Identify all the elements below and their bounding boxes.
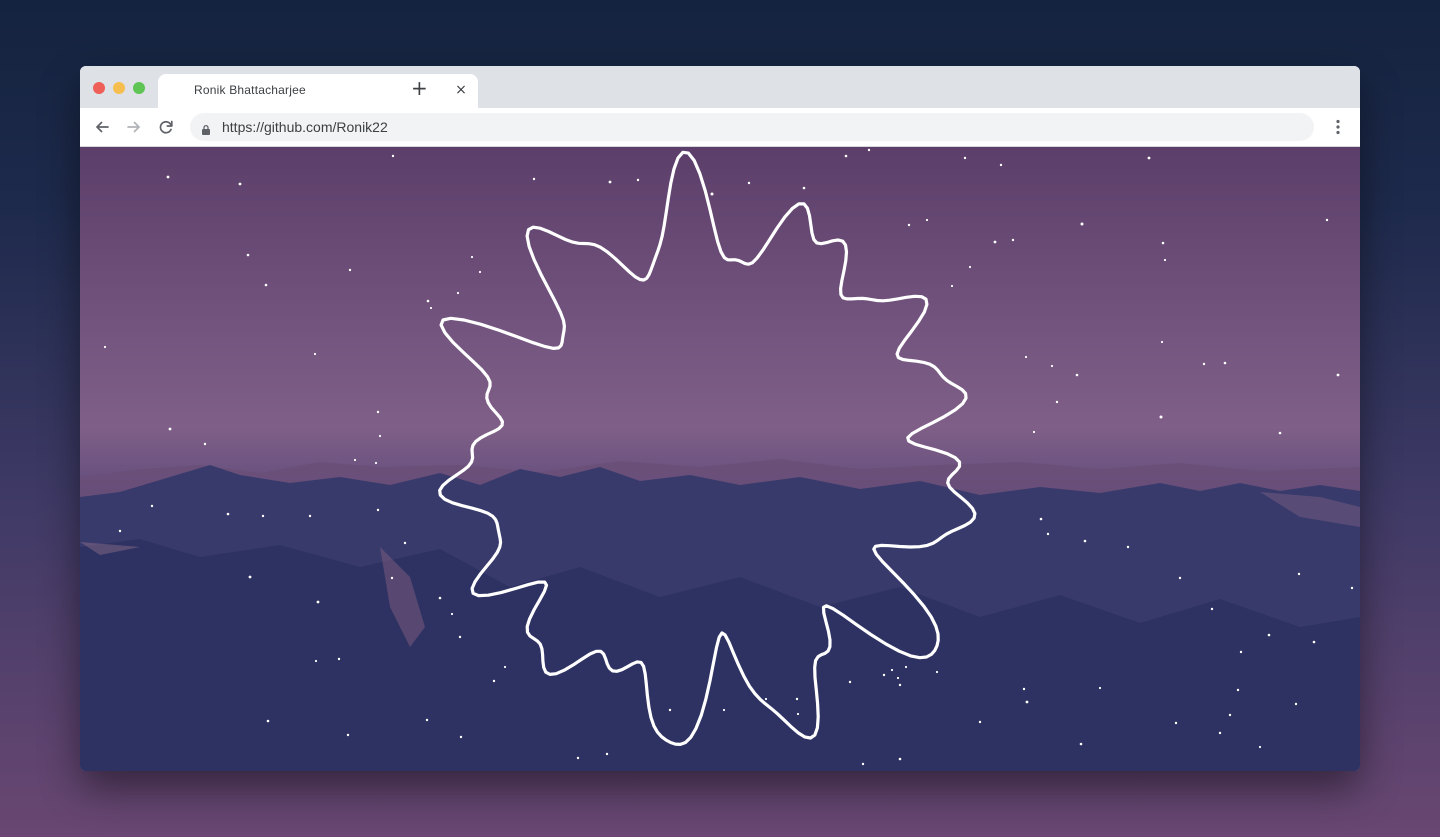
close-window-button[interactable] [93,82,105,94]
tab-active[interactable]: Ronik Bhattacharjee × [158,74,478,108]
browser-window: Ronik Bhattacharjee × + https://github.c… [80,66,1360,771]
minimize-window-button[interactable] [113,82,125,94]
arrow-left-icon[interactable] [92,117,112,137]
reload-icon[interactable] [156,117,176,137]
tab-strip: Ronik Bhattacharjee × + [80,66,1360,108]
tab-close-icon[interactable]: × [454,83,468,97]
address-url[interactable]: https://github.com/Ronik22 [222,119,388,135]
new-tab-button[interactable]: + [411,78,428,98]
tab-title: Ronik Bhattacharjee [194,83,306,97]
night-sky-scene [80,148,1360,771]
lock-icon [200,121,212,135]
page-viewport [80,147,1360,771]
arrow-right-icon[interactable] [124,117,144,137]
vertical-dots-icon[interactable] [1328,117,1348,137]
browser-toolbar: https://github.com/Ronik22 [80,108,1360,147]
maximize-window-button[interactable] [133,82,145,94]
address-bar[interactable]: https://github.com/Ronik22 [190,113,1314,141]
